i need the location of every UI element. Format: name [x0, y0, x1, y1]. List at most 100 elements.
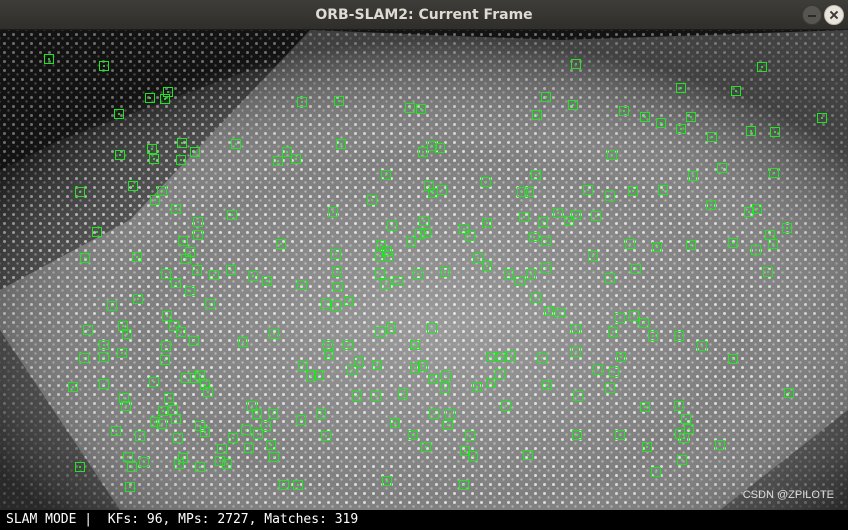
keypoint-marker-icon — [269, 452, 279, 462]
keypoint-marker-icon — [127, 462, 137, 472]
keypoint-marker-icon — [217, 444, 227, 454]
keypoint-marker-icon — [321, 431, 331, 441]
keypoint-marker-icon — [316, 409, 326, 419]
keypoint-marker-icon — [631, 264, 641, 274]
keypoint-marker-icon — [651, 467, 661, 477]
keypoint-marker-icon — [297, 97, 307, 107]
keypoint-marker-icon — [717, 163, 727, 173]
keypoint-marker-icon — [347, 365, 357, 375]
keypoint-marker-icon — [686, 112, 696, 122]
keypoint-marker-icon — [273, 156, 283, 166]
keypoint-marker-icon — [321, 299, 331, 309]
keypoint-marker-icon — [99, 352, 109, 362]
keypoint-marker-icon — [314, 370, 324, 380]
keypoint-marker-icon — [495, 369, 505, 379]
keypoint-marker-icon — [332, 267, 342, 277]
keypoint-marker-icon — [241, 425, 251, 435]
keypoint-marker-icon — [128, 181, 138, 191]
keypoint-marker-icon — [441, 371, 451, 381]
keypoint-marker-icon — [465, 431, 475, 441]
keypoint-marker-icon — [176, 327, 186, 337]
keypoint-marker-icon — [133, 294, 143, 304]
keypoint-overlay — [0, 30, 848, 510]
keypoint-marker-icon — [770, 127, 780, 137]
keypoint-marker-icon — [679, 433, 689, 443]
status-bar: SLAM MODE | KFs: 96, MPs: 2727, Matches:… — [0, 510, 848, 530]
keypoint-marker-icon — [192, 265, 202, 275]
keypoint-marker-icon — [324, 350, 334, 360]
keypoint-marker-icon — [323, 340, 333, 350]
keypoint-marker-icon — [161, 341, 171, 351]
keypoint-marker-icon — [279, 480, 289, 490]
close-button[interactable] — [824, 5, 844, 25]
keypoint-marker-icon — [629, 311, 639, 321]
keypoint-marker-icon — [333, 282, 343, 292]
keypoint-marker-icon — [538, 217, 548, 227]
keypoint-marker-icon — [405, 103, 415, 113]
keypoint-marker-icon — [686, 240, 696, 250]
keypoint-marker-icon — [408, 430, 418, 440]
keypoint-marker-icon — [416, 104, 426, 114]
keypoint-marker-icon — [193, 217, 203, 227]
keypoint-marker-icon — [193, 230, 203, 240]
minimize-button[interactable] — [802, 5, 822, 25]
keypoint-marker-icon — [176, 155, 186, 165]
keypoint-marker-icon — [532, 110, 542, 120]
keypoint-marker-icon — [728, 354, 738, 364]
keypoint-marker-icon — [297, 280, 307, 290]
keypoint-marker-icon — [757, 62, 767, 72]
keypoint-marker-icon — [336, 139, 346, 149]
keypoint-marker-icon — [393, 276, 403, 286]
keypoint-marker-icon — [746, 126, 756, 136]
keypoint-marker-icon — [145, 93, 155, 103]
keypoint-marker-icon — [115, 150, 125, 160]
keypoint-marker-icon — [619, 106, 629, 116]
keypoint-marker-icon — [125, 482, 135, 492]
keypoint-marker-icon — [328, 207, 338, 217]
keypoint-marker-icon — [99, 61, 109, 71]
keypoint-marker-icon — [114, 109, 124, 119]
keypoint-marker-icon — [375, 327, 385, 337]
keypoint-marker-icon — [160, 355, 170, 365]
keypoint-marker-icon — [674, 401, 684, 411]
keypoint-marker-icon — [465, 231, 475, 241]
keypoint-marker-icon — [751, 245, 761, 255]
keypoint-marker-icon — [226, 265, 236, 275]
keypoint-marker-icon — [252, 409, 262, 419]
keypoint-marker-icon — [185, 286, 195, 296]
keypoint-marker-icon — [616, 352, 626, 362]
keypoint-marker-icon — [506, 351, 516, 361]
keypoint-marker-icon — [676, 124, 686, 134]
keypoint-marker-icon — [83, 325, 93, 335]
keypoint-marker-icon — [768, 239, 778, 249]
keypoint-marker-icon — [571, 210, 581, 220]
keypoint-marker-icon — [203, 387, 213, 397]
keypoint-marker-icon — [121, 401, 131, 411]
keypoint-marker-icon — [571, 347, 581, 357]
keypoint-marker-icon — [387, 221, 397, 231]
current-frame-view: CSDN @ZPILOTE — [0, 30, 848, 510]
keypoint-marker-icon — [531, 293, 541, 303]
keypoint-marker-icon — [331, 301, 341, 311]
keypoint-marker-icon — [440, 267, 450, 277]
keypoint-marker-icon — [44, 54, 54, 64]
keypoint-marker-icon — [628, 186, 638, 196]
keypoint-marker-icon — [706, 200, 716, 210]
keypoint-marker-icon — [573, 391, 583, 401]
keypoint-marker-icon — [427, 323, 437, 333]
keypoint-marker-icon — [413, 269, 423, 279]
keypoint-marker-icon — [200, 427, 210, 437]
keypoint-marker-icon — [676, 83, 686, 93]
keypoint-marker-icon — [79, 353, 89, 363]
keypoint-marker-icon — [752, 204, 762, 214]
title-bar[interactable]: ORB-SLAM2: Current Frame — [0, 0, 848, 30]
keypoint-marker-icon — [609, 367, 619, 377]
keypoint-marker-icon — [189, 336, 199, 346]
keypoint-marker-icon — [383, 251, 393, 261]
keypoint-marker-icon — [174, 459, 184, 469]
keypoint-marker-icon — [440, 383, 450, 393]
keypoint-marker-icon — [496, 352, 506, 362]
keypoint-marker-icon — [445, 409, 455, 419]
keypoint-marker-icon — [625, 239, 635, 249]
keypoint-marker-icon — [656, 118, 666, 128]
